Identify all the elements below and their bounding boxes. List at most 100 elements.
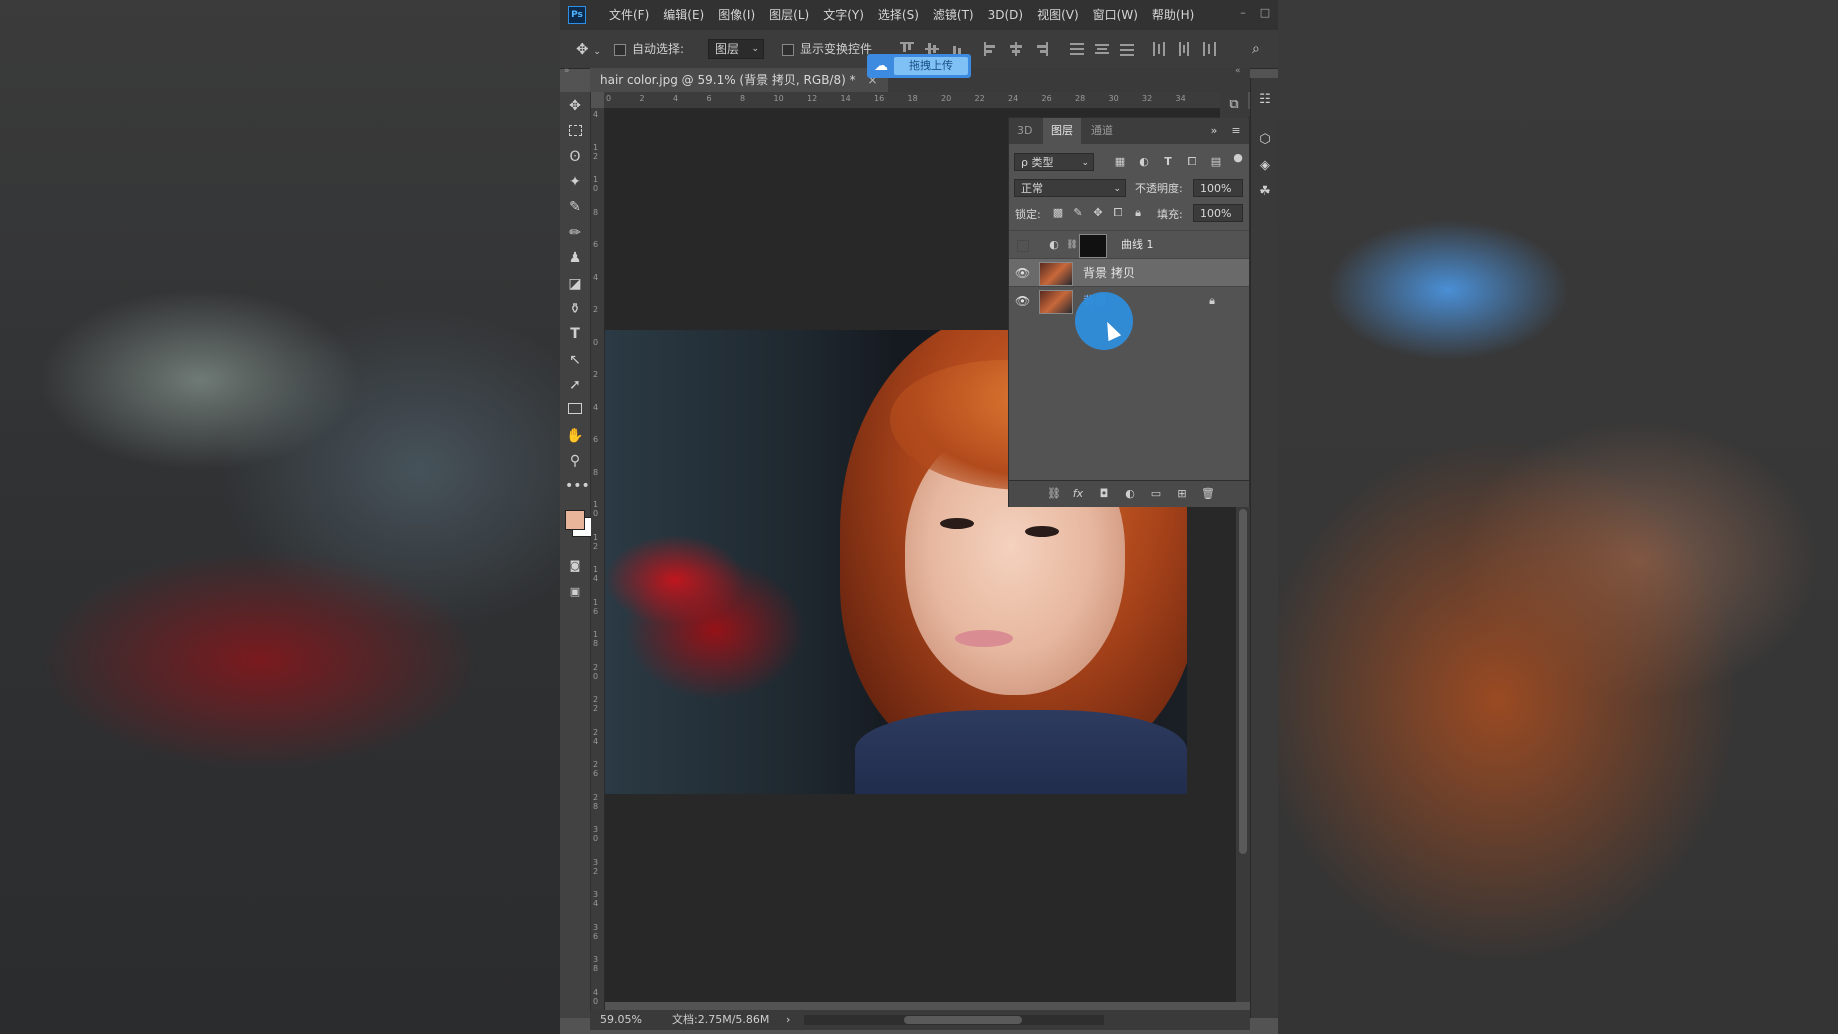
trash-icon[interactable]: 🗑︎	[1201, 487, 1215, 501]
filter-pixel-icon[interactable]: ▦	[1113, 155, 1127, 169]
ruler-tick-label: 3 4	[593, 890, 599, 908]
menu-item[interactable]: 选择(S)	[871, 0, 926, 30]
show-transform-label: 显示变换控件	[800, 42, 873, 56]
marquee-tool-icon[interactable]	[565, 122, 585, 142]
eraser-tool-icon[interactable]: ◪	[565, 274, 585, 294]
layer-item-curves[interactable]: ◐ ⛓ 曲线 1	[1009, 230, 1249, 259]
opacity-field[interactable]: 100%	[1193, 179, 1243, 197]
menu-item[interactable]: 滤镜(T)	[926, 0, 981, 30]
quick-mask-icon[interactable]: ◙	[565, 556, 585, 576]
distribute-vcenter-icon[interactable]	[1095, 42, 1109, 56]
foreground-color-swatch[interactable]	[565, 510, 585, 530]
auto-select-checkbox[interactable]: 自动选择:	[614, 41, 684, 57]
filter-shape-icon[interactable]: ⧠	[1185, 155, 1199, 169]
align-right-icon[interactable]	[1034, 42, 1048, 56]
new-adjustment-icon[interactable]: ◐	[1123, 487, 1137, 501]
link-layers-icon[interactable]: ⛓	[1047, 487, 1061, 501]
stamp-tool-icon[interactable]: ♟	[565, 248, 585, 268]
tab-3d[interactable]: 3D	[1009, 118, 1040, 144]
move-tool-icon[interactable]: ✥	[565, 96, 585, 116]
layer-item-background-copy[interactable]: 👁︎ 背景 拷贝	[1009, 258, 1249, 287]
menu-item[interactable]: 3D(D)	[981, 0, 1030, 30]
image-shirt	[855, 710, 1187, 794]
eye-icon[interactable]: 👁︎	[1015, 294, 1030, 308]
tab-channels[interactable]: 通道	[1083, 118, 1121, 144]
maximize-button[interactable]: □	[1256, 6, 1274, 20]
path-selection-tool-icon[interactable]: ↖	[565, 350, 585, 370]
eyedropper-tool-icon[interactable]: ✎	[565, 197, 585, 217]
rectangle-tool-icon[interactable]	[565, 400, 585, 420]
scrollbar-thumb[interactable]	[904, 1016, 1022, 1024]
collapse-toolbar-icon[interactable]: »	[564, 66, 570, 76]
tab-layers[interactable]: 图层	[1043, 118, 1081, 144]
menu-item[interactable]: 窗口(W)	[1086, 0, 1145, 30]
new-group-icon[interactable]: ▭	[1149, 487, 1163, 501]
visibility-toggle[interactable]	[1017, 240, 1029, 252]
blurred-backdrop-right	[1278, 0, 1838, 1034]
lock-position-icon[interactable]: ✥	[1091, 206, 1105, 220]
show-transform-checkbox[interactable]: 显示变换控件	[782, 41, 872, 57]
hand-tool-icon[interactable]: ✋	[565, 426, 585, 446]
upload-widget[interactable]: ☁ 拖拽上传	[867, 54, 971, 78]
more-tools-icon[interactable]: •••	[565, 476, 590, 496]
move-tool-icon[interactable]: ✥ ⌄	[576, 41, 601, 57]
menu-item[interactable]: 视图(V)	[1030, 0, 1086, 30]
layer-filter-dropdown[interactable]: ρ 类型 ⌄	[1014, 153, 1094, 171]
blend-mode-dropdown[interactable]: 正常 ⌄	[1014, 179, 1126, 197]
align-hcenter-icon[interactable]	[1009, 42, 1023, 56]
chevron-right-icon[interactable]: ›	[786, 1010, 790, 1030]
auto-select-dropdown[interactable]: 图层 ⌄	[708, 39, 764, 59]
menu-item[interactable]: 编辑(E)	[656, 0, 711, 30]
fill-field[interactable]: 100%	[1193, 204, 1243, 222]
layers-icon[interactable]: ◈	[1257, 158, 1273, 174]
screen-mode-icon[interactable]: ▣	[565, 582, 585, 602]
lock-pixels-icon[interactable]: ✎	[1071, 206, 1085, 220]
paint-bucket-tool-icon[interactable]: ⚱	[565, 299, 585, 319]
collapse-panels-icon[interactable]: «	[1235, 66, 1241, 76]
filter-type-icon[interactable]: T	[1161, 155, 1175, 169]
filter-toggle-icon[interactable]: ●	[1231, 151, 1245, 165]
magic-wand-tool-icon[interactable]: ✦	[565, 172, 585, 192]
direct-selection-tool-icon[interactable]: ➚	[565, 375, 585, 395]
menu-item[interactable]: 图层(L)	[762, 0, 816, 30]
filter-adjustment-icon[interactable]: ◐	[1137, 155, 1151, 169]
menu-item[interactable]: 帮助(H)	[1145, 0, 1201, 30]
horizontal-ruler: 0 2 4 6 8 10 12 14 16 18 20 22 24 26 28 30 32 34	[604, 92, 1244, 109]
minimize-button[interactable]: –	[1234, 6, 1252, 20]
3d-icon[interactable]: ⬡	[1257, 132, 1273, 148]
horizontal-scrollbar[interactable]	[804, 1015, 1104, 1025]
document-tab[interactable]: hair color.jpg @ 59.1% (背景 拷贝, RGB/8) * …	[590, 68, 888, 92]
distribute-bottom-icon[interactable]	[1120, 42, 1134, 56]
ruler-tick-label: 8	[593, 207, 599, 217]
layer-mask-thumbnail[interactable]	[1079, 234, 1107, 258]
link-icon[interactable]: ⛓	[1065, 238, 1079, 252]
history-icon[interactable]: ⧉	[1220, 92, 1248, 118]
ruler-tick-label: 20	[941, 94, 952, 103]
lasso-tool-icon[interactable]: ʘ	[565, 147, 585, 167]
menu-item[interactable]: 文字(Y)	[816, 0, 871, 30]
properties-icon[interactable]: ☷	[1257, 92, 1273, 108]
menu-item[interactable]: 图像(I)	[711, 0, 762, 30]
brush-tool-icon[interactable]: ✏	[565, 223, 585, 243]
filter-smart-object-icon[interactable]: ▤	[1209, 155, 1223, 169]
add-mask-icon[interactable]: ◘	[1097, 487, 1111, 501]
search-icon[interactable]: ⌕	[1252, 41, 1260, 57]
distribute-top-icon[interactable]	[1070, 42, 1084, 56]
align-left-icon[interactable]	[984, 42, 998, 56]
channels-icon[interactable]: ☘	[1257, 184, 1273, 200]
distribute-hcenter-icon[interactable]	[1177, 42, 1191, 56]
fx-icon[interactable]: fx	[1071, 487, 1085, 501]
new-layer-icon[interactable]: ⊞	[1175, 487, 1189, 501]
scrollbar-thumb[interactable]	[1239, 509, 1247, 854]
expand-panel-icon[interactable]: »	[1207, 124, 1221, 138]
eye-icon[interactable]: 👁︎	[1015, 266, 1030, 280]
lock-artboard-icon[interactable]: ⧠	[1111, 206, 1125, 220]
distribute-left-icon[interactable]	[1152, 42, 1166, 56]
lock-transparency-icon[interactable]: ▩	[1051, 206, 1065, 220]
zoom-tool-icon[interactable]: ⚲	[565, 451, 585, 471]
type-tool-icon[interactable]: T	[565, 324, 585, 344]
distribute-right-icon[interactable]	[1202, 42, 1216, 56]
lock-all-icon[interactable]: 🔒︎	[1131, 206, 1145, 220]
panel-menu-icon[interactable]: ≡	[1229, 124, 1243, 138]
menu-item[interactable]: 文件(F)	[602, 0, 656, 30]
